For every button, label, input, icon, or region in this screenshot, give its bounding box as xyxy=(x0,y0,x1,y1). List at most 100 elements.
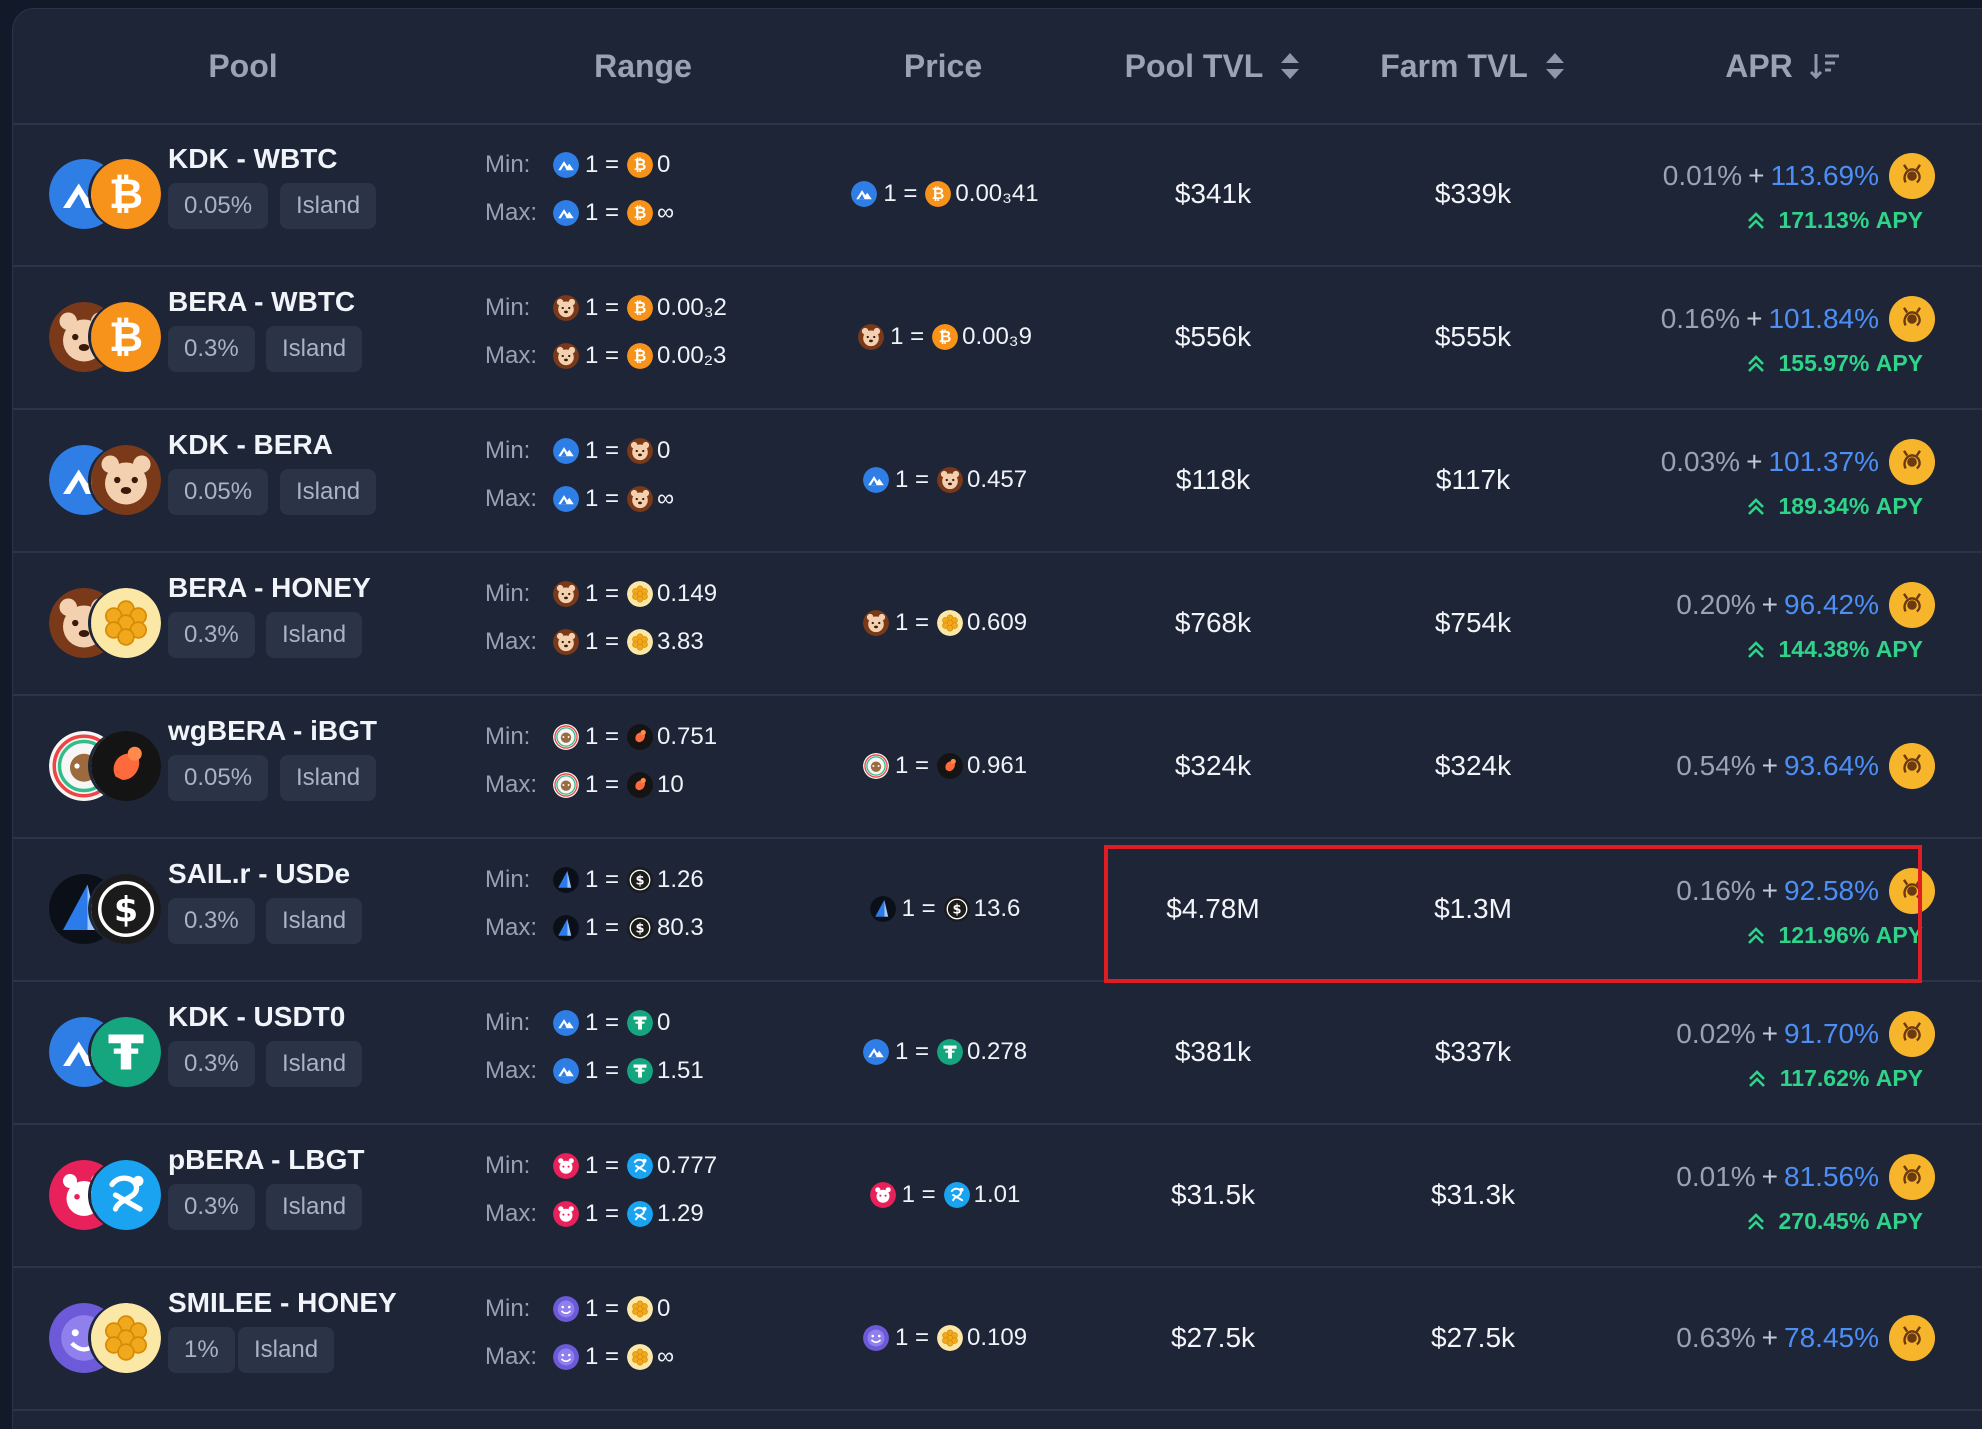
equals-label: 1 = xyxy=(585,151,620,178)
pool-name[interactable]: wgBERA - iBGT xyxy=(168,715,377,747)
pool-token-logos xyxy=(49,588,161,658)
base-apr: 0.03% xyxy=(1660,446,1741,477)
bee-reward-icon[interactable] xyxy=(1889,1154,1935,1200)
base-apr: 0.20% xyxy=(1676,589,1756,620)
range-max-value: 10 xyxy=(657,771,684,798)
svg-text:₿: ₿ xyxy=(634,347,647,365)
header-pool-tvl[interactable]: Pool TVL xyxy=(1103,9,1323,123)
min-label: Min: xyxy=(485,1152,531,1179)
apy-suffix: APY xyxy=(1875,207,1923,233)
table-row[interactable]: ₿ KDK - WBTC 0.05% Island Min: 1 = ₿ 0 Ma… xyxy=(13,123,1982,267)
pool-name[interactable]: SMILEE - HONEY xyxy=(168,1287,397,1319)
range-min-value: 1.26 xyxy=(657,866,704,893)
pool-name[interactable]: BERA - HONEY xyxy=(168,572,371,604)
apr-value[interactable]: 0.20% + 96.42% xyxy=(1676,582,1935,628)
apr-value[interactable]: 0.03% + 101.37% xyxy=(1661,439,1935,485)
min-label: Min: xyxy=(485,1009,531,1036)
apr-value[interactable]: 0.01% + 81.56% xyxy=(1676,1154,1935,1200)
table-row[interactable]: ₿ BERA - WBTC 0.3% Island Min: 1 = ₿ 0.00… xyxy=(13,266,1982,410)
pbera-token-icon xyxy=(869,1182,896,1208)
range-min-value: 0.751 xyxy=(657,723,718,750)
pool-tvl-value: $381k xyxy=(1174,1036,1252,1067)
base-apr: 0.01% xyxy=(1662,160,1743,191)
max-label: Max: xyxy=(485,1343,538,1370)
bee-reward-icon[interactable] xyxy=(1889,743,1935,789)
double-chevron-up-icon xyxy=(1747,211,1765,231)
sort-descending-icon[interactable] xyxy=(1809,51,1841,81)
table-row[interactable]: BERA - HONEY 0.3% Island Min: 1 = 0.149 … xyxy=(13,552,1982,696)
pool-token-logos xyxy=(49,445,161,515)
equals-label: 1 = xyxy=(883,180,918,207)
current-price: 1 = 0.109 xyxy=(773,1267,1113,1409)
table-row[interactable]: SMILEE - HONEY 1% Island Min: 1 = 0 Max:… xyxy=(13,1267,1982,1411)
base-apr: 0.01% xyxy=(1676,1161,1756,1192)
pool-name[interactable]: BERA - WBTC xyxy=(168,286,355,318)
table-row[interactable]: KDK - BERA 0.05% Island Min: 1 = 0 Max: … xyxy=(13,409,1982,553)
bera-token-icon xyxy=(553,343,579,369)
min-label: Min: xyxy=(485,866,531,893)
table-row[interactable]: wgBERA - iBGT 0.05% Island Min: 1 = 0.75… xyxy=(13,695,1982,839)
min-label: Min: xyxy=(485,151,531,178)
fee-badge: 0.05% xyxy=(168,755,269,801)
bee-reward-icon[interactable] xyxy=(1889,153,1935,199)
price-value: 0.00₃41 xyxy=(955,180,1039,207)
honey-token-icon xyxy=(91,588,161,658)
range-max: Max: 1 = 3.83 xyxy=(485,622,704,662)
apy-percent: 117.62% xyxy=(1779,1065,1870,1091)
boost-apr: 101.84% xyxy=(1768,303,1879,334)
pool-name[interactable]: SAIL.r - USDe xyxy=(168,858,350,890)
range-max: Max: 1 = ₿ ∞ xyxy=(485,193,674,233)
bee-reward-icon[interactable] xyxy=(1889,439,1935,485)
pool-token-logos: ₿ xyxy=(49,302,161,372)
apr-value[interactable]: 0.16% + 101.84% xyxy=(1661,296,1935,342)
sort-updown-icon[interactable] xyxy=(1279,51,1301,81)
btc-token-icon: ₿ xyxy=(932,324,959,350)
bee-reward-icon[interactable] xyxy=(1889,1315,1935,1361)
apy-value: 270.45% APY xyxy=(1747,1208,1923,1235)
table-row[interactable]: pBERA - LBGT 0.3% Island Min: 1 = 0.777 … xyxy=(13,1124,1982,1268)
btc-token-icon: ₿ xyxy=(925,181,952,207)
pool-name[interactable]: KDK - USDT0 xyxy=(168,1001,345,1033)
fee-badge: 0.3% xyxy=(168,898,255,944)
bee-reward-icon[interactable] xyxy=(1889,296,1935,342)
base-apr: 0.02% xyxy=(1676,1018,1756,1049)
fee-badge: 0.3% xyxy=(168,1184,255,1230)
fee-badge: 0.3% xyxy=(168,326,255,372)
pool-name[interactable]: KDK - WBTC xyxy=(168,143,338,175)
sort-updown-icon[interactable] xyxy=(1544,51,1566,81)
apr-value[interactable]: 0.54% + 93.64% xyxy=(1676,743,1935,789)
igbt-token-icon xyxy=(627,724,654,750)
header-farm-tvl[interactable]: Farm TVL xyxy=(1363,9,1583,123)
min-label: Min: xyxy=(485,580,531,607)
island-badge: Island xyxy=(280,755,377,801)
apr-value[interactable]: 0.01% + 113.69% xyxy=(1663,153,1935,199)
current-price: 1 = ₿ 0.00₃9 xyxy=(773,266,1113,408)
plus-sign: + xyxy=(1761,750,1779,781)
smilee-token-icon xyxy=(862,1325,889,1351)
apy-percent: 155.97% xyxy=(1778,350,1870,376)
pool-name[interactable]: pBERA - LBGT xyxy=(168,1144,365,1176)
svg-text:₿: ₿ xyxy=(109,312,143,361)
max-label: Max: xyxy=(485,1200,538,1227)
svg-text:₿: ₿ xyxy=(939,328,952,346)
kdk-token-icon xyxy=(862,467,889,493)
apy-value: 155.97% APY xyxy=(1747,350,1923,377)
equals-label: 1 = xyxy=(585,1343,620,1370)
lbgt-token-icon xyxy=(627,1201,654,1227)
apr-value[interactable]: 0.63% + 78.45% xyxy=(1676,1315,1935,1361)
header-apr[interactable]: APR xyxy=(1703,9,1863,123)
apy-suffix: APY xyxy=(1875,636,1923,662)
bee-reward-icon[interactable] xyxy=(1889,582,1935,628)
honey-token-icon xyxy=(627,1344,654,1370)
equals-label: 1 = xyxy=(894,752,929,779)
apr-value[interactable]: 0.02% + 91.70% xyxy=(1676,1011,1935,1057)
table-row[interactable]: KDK - USDT0 0.3% Island Min: 1 = 0 Max: … xyxy=(13,981,1982,1125)
range-min-value: 0 xyxy=(657,437,671,464)
pool-token-logos xyxy=(49,1017,161,1087)
range-max-value: 0.00₂3 xyxy=(657,342,727,369)
lbgt-token-icon xyxy=(627,1153,654,1179)
pool-name[interactable]: KDK - BERA xyxy=(168,429,333,461)
apy-value: 189.34% APY xyxy=(1747,493,1923,520)
island-badge: Island xyxy=(266,898,363,944)
bee-reward-icon[interactable] xyxy=(1889,1011,1935,1057)
